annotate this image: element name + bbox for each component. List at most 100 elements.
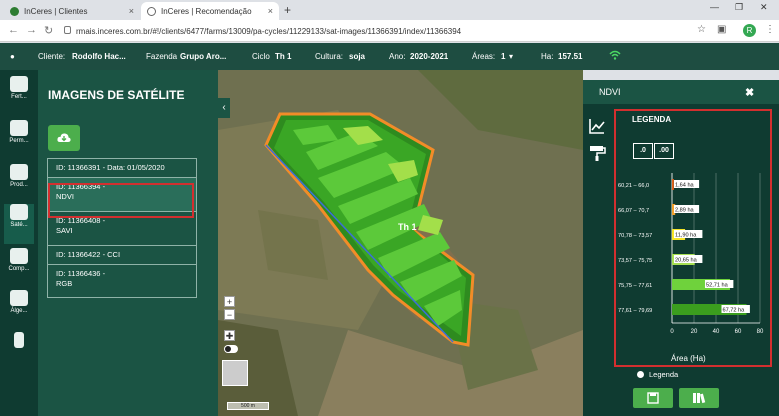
cultura-label: Cultura: <box>315 52 344 61</box>
ndvi-panel-title: NDVI <box>599 87 621 97</box>
paint-roller-icon <box>590 146 606 161</box>
nav-algebra[interactable]: Álge... <box>4 290 34 330</box>
cultura-value[interactable]: soja <box>349 52 365 61</box>
forward-icon[interactable]: → <box>26 24 37 36</box>
clipboard-icon <box>14 332 24 348</box>
nav-label: Álge... <box>10 308 28 314</box>
cliente-value[interactable]: Rodolfo Hac... <box>72 52 126 61</box>
translate-icon[interactable]: ▣ <box>717 24 726 35</box>
nav-produtividade[interactable]: Prod... <box>4 164 34 204</box>
wifi-icon <box>609 50 621 60</box>
new-tab-icon[interactable]: + <box>284 3 291 17</box>
ndvi-area-chart: 0 20 40 60 80 60,21 – 66,0 1,64 ha 66,07 – 70,7… <box>618 173 764 335</box>
nav-label: Fert... <box>11 94 27 100</box>
zoom-in-button[interactable]: + <box>224 296 235 307</box>
close-icon[interactable]: ✖ <box>745 86 754 99</box>
map-view[interactable]: Th 1 <box>218 70 583 416</box>
minimize-icon[interactable]: — <box>710 2 719 12</box>
reload-icon[interactable]: ↻ <box>44 24 53 37</box>
item-line: ID: 11366391 - Data: 01/05/2020 <box>56 163 165 172</box>
panel-title: IMAGENS DE SATÉLITE <box>48 88 185 102</box>
save-button[interactable] <box>633 388 673 408</box>
category-label: 77,61 – 79,69 <box>618 308 652 314</box>
areas-label: Áreas: <box>472 52 496 61</box>
fullscreen-button[interactable]: ✚ <box>224 330 235 341</box>
maximize-icon[interactable]: ❐ <box>735 2 743 13</box>
satellite-panel: IMAGENS DE SATÉLITE ID: 11366391 - Data:… <box>38 70 218 416</box>
item-line: ID: 11366436 - <box>56 269 106 278</box>
profile-avatar[interactable]: R <box>743 24 756 37</box>
ciclo-value[interactable]: Th 1 <box>275 52 291 61</box>
x-tick-label: 80 <box>757 329 764 335</box>
download-button[interactable] <box>48 125 80 151</box>
tab-clientes[interactable]: InCeres | Clientes × <box>4 2 140 20</box>
ano-label: Ano: <box>389 52 406 61</box>
item-line: ID: 11366422 - CCI <box>56 250 121 259</box>
selection-highlight <box>48 183 194 218</box>
value-label: 11,90 ha <box>675 233 697 239</box>
window-close-icon[interactable]: ✕ <box>760 2 768 13</box>
url-text: rmais.inceres.com.br/#!/clients/6477/far… <box>76 26 462 36</box>
legend-radio-label: Legenda <box>649 370 679 379</box>
nav-label: Prod... <box>10 182 28 188</box>
field-label: Th 1 <box>398 222 417 232</box>
tab-close-icon[interactable]: × <box>129 6 134 16</box>
ciclo-label: Ciclo <box>252 52 270 61</box>
list-item[interactable]: ID: 11366422 - CCI <box>47 245 197 264</box>
ndvi-panel-header: NDVI ✖ <box>583 80 779 104</box>
nav-satelite[interactable]: Saté... <box>4 204 34 244</box>
bar <box>672 179 674 190</box>
nav-fertilidade[interactable]: Fert... <box>4 76 34 116</box>
value-label: 52,71 ha <box>706 283 729 289</box>
ha-value: 157.51 <box>558 52 583 61</box>
left-nav: Fert... Perm... Prod... Saté... Comp... … <box>0 70 38 416</box>
tab-close-icon[interactable]: × <box>268 6 273 16</box>
paint-tab[interactable] <box>587 142 607 162</box>
books-button[interactable] <box>679 388 719 408</box>
list-item[interactable]: ID: 11366391 - Data: 01/05/2020 <box>47 158 197 177</box>
fazenda-value[interactable]: Grupo Aro... <box>180 52 226 61</box>
chart-line-icon <box>10 164 28 180</box>
star-icon[interactable]: ☆ <box>697 24 706 35</box>
ano-value[interactable]: 2020-2021 <box>410 52 448 61</box>
tab-recomendacao[interactable]: InCeres | Recomendação × <box>141 2 279 20</box>
satellite-icon <box>10 204 28 220</box>
chart-tab[interactable] <box>587 116 607 136</box>
value-label: 67,72 ha <box>722 308 745 314</box>
cloud-download-icon <box>57 133 71 142</box>
nav-permissoes[interactable]: Perm... <box>4 120 34 160</box>
user-icon[interactable]: ● <box>10 52 15 61</box>
url-input[interactable]: rmais.inceres.com.br/#!/clients/6477/far… <box>62 23 692 39</box>
category-label: 75,75 – 77,61 <box>618 283 652 289</box>
value-label: 1,64 ha <box>675 183 695 189</box>
legend-radio[interactable]: Legenda <box>637 370 678 379</box>
tractor-icon <box>10 120 28 136</box>
layer-toggle[interactable] <box>224 345 238 353</box>
increase-decimals-button[interactable]: .00 <box>654 143 674 159</box>
basemap-thumbnail[interactable] <box>222 360 248 386</box>
save-icon <box>647 392 659 404</box>
decrease-decimals-button[interactable]: .0 <box>633 143 653 159</box>
x-axis-label: Área (Ha) <box>671 354 706 363</box>
value-label: 20,65 ha <box>675 258 698 264</box>
chevron-down-icon[interactable]: ▾ <box>509 52 513 61</box>
zoom-out-button[interactable]: − <box>224 309 235 320</box>
radio-icon <box>637 371 644 378</box>
areas-value[interactable]: 1 <box>501 52 505 61</box>
category-label: 73,57 – 75,75 <box>618 258 652 264</box>
back-icon[interactable]: ← <box>8 24 19 36</box>
nav-report[interactable] <box>4 332 34 372</box>
address-bar: ← → ↻ rmais.inceres.com.br/#!/clients/64… <box>0 20 779 42</box>
compaction-icon <box>10 248 28 264</box>
nav-label: Perm... <box>9 138 29 144</box>
menu-dots-icon[interactable]: ⋮ <box>765 24 775 35</box>
x-tick-label: 0 <box>670 329 674 335</box>
nav-compactacao[interactable]: Comp... <box>4 248 34 288</box>
collapse-panel-button[interactable]: ‹ <box>218 98 230 118</box>
list-item[interactable]: ID: 11366436 - RGB <box>47 264 197 298</box>
globe-favicon-icon <box>147 6 156 16</box>
category-label: 60,21 – 66,0 <box>618 183 649 189</box>
legend-box: LEGENDA .0 .00 0 20 40 60 80 60,21 – 66,0 1,64… <box>614 109 772 367</box>
inceres-favicon-icon <box>10 6 19 16</box>
tab-title: InCeres | Clientes <box>24 6 88 16</box>
